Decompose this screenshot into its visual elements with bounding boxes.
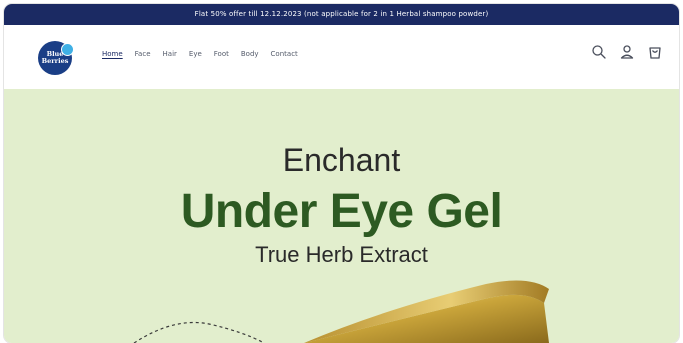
site-header: Blue Berries Home Face Hair Eye Foot Bod… [4,25,679,89]
main-nav: Home Face Hair Eye Foot Body Contact [102,50,310,60]
nav-hair[interactable]: Hair [163,50,177,60]
nav-eye[interactable]: Eye [189,50,202,60]
brand-name-line2: Berries [41,57,69,65]
nav-contact[interactable]: Contact [271,50,298,60]
nav-body[interactable]: Body [241,50,259,60]
hero-decoration [133,280,549,343]
nav-home[interactable]: Home [102,50,123,60]
product-jar-image [304,280,549,343]
cart-icon[interactable] [647,44,663,60]
announcement-text: Flat 50% offer till 12.12.2023 (not appl… [194,10,489,18]
nav-face[interactable]: Face [135,50,151,60]
brand-logo[interactable]: Blue Berries [38,41,74,75]
dashed-curve [133,321,265,343]
announcement-bar: Flat 50% offer till 12.12.2023 (not appl… [4,4,679,25]
berry-icon [61,43,74,56]
search-icon[interactable] [591,44,607,60]
nav-foot[interactable]: Foot [214,50,229,60]
account-icon[interactable] [619,44,635,60]
browser-frame: Flat 50% offer till 12.12.2023 (not appl… [4,4,679,343]
hero-banner[interactable]: Enchant Under Eye Gel True Herb Extract [4,89,679,343]
header-icons [591,44,663,60]
